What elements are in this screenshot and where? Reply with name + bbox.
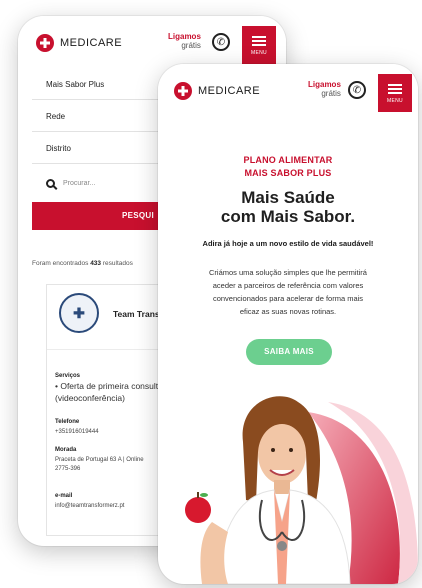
hero-body-line4: eficaz as suas novas rotinas. xyxy=(239,307,337,316)
address-label: Morada xyxy=(55,447,77,453)
logo[interactable]: MEDICARE xyxy=(36,34,122,52)
hero-title-line2: com Mais Sabor. xyxy=(220,207,356,226)
logo-text: MEDICARE xyxy=(60,37,123,49)
menu-label: MENU xyxy=(387,98,403,104)
provider-name[interactable]: Team Transf xyxy=(113,309,162,319)
hero-body-line3: convencionados para acelerar de forma ma… xyxy=(212,294,364,303)
address-line2: 2775-396 xyxy=(55,466,81,472)
hero-body-line2: aceder a parceiros de referência com val… xyxy=(212,281,364,290)
medicare-cross-icon xyxy=(36,34,54,52)
landing-phone: MEDICARE Ligamos grátis ✆ MENU PLANO ALI… xyxy=(158,64,418,584)
apple-icon xyxy=(185,497,211,523)
hero-eyebrow-line2: MAIS SABOR PLUS xyxy=(244,168,332,178)
call-free-label[interactable]: Ligamos grátis xyxy=(168,32,201,50)
menu-button[interactable]: MENU xyxy=(378,74,412,112)
doctor-illustration xyxy=(185,396,418,584)
results-prefix: Foram encontrados xyxy=(32,260,89,267)
hero-lead: Adira já hoje a um novo estilo de vida s… xyxy=(202,239,374,248)
results-count: 433 xyxy=(90,260,102,267)
search-placeholder: Procurar... xyxy=(63,179,96,187)
address-line1: Praceta de Portugal 63 A | Online xyxy=(55,457,144,463)
call-line1: Ligamos xyxy=(308,80,341,89)
menu-button[interactable]: MENU xyxy=(242,26,276,64)
hero-body-line1: Criámos uma solução simples que lhe perm… xyxy=(209,268,367,277)
services-line1: • Oferta de primeira consult xyxy=(55,381,159,391)
header: MEDICARE Ligamos grátis ✆ MENU xyxy=(158,64,418,116)
header: MEDICARE Ligamos grátis ✆ MENU xyxy=(18,16,286,68)
search-icon xyxy=(46,178,55,188)
phone-icon[interactable]: ✆ xyxy=(348,81,366,99)
call-line2: grátis xyxy=(321,89,341,98)
logo[interactable]: MEDICARE xyxy=(174,82,260,100)
learn-more-button[interactable]: SAIBA MAIS xyxy=(246,339,332,365)
provider-logo: ✚ xyxy=(59,293,99,333)
email-label: e-mail xyxy=(55,493,73,499)
logo-text: MEDICARE xyxy=(198,85,261,97)
hamburger-icon xyxy=(388,82,402,96)
services-line2: (videoconferência) xyxy=(55,393,125,403)
services-label: Serviços xyxy=(55,373,81,379)
email-value[interactable]: info@teamtransformerz.pt xyxy=(55,502,124,510)
hero-eyebrow-line1: PLANO ALIMENTAR xyxy=(243,155,333,165)
call-line2: grátis xyxy=(181,41,201,50)
hero-title-line1: Mais Saúde xyxy=(241,188,335,207)
hamburger-icon xyxy=(252,34,266,48)
medicare-cross-icon xyxy=(174,82,192,100)
call-free-label[interactable]: Ligamos grátis xyxy=(308,80,341,98)
results-suffix: resultados xyxy=(102,260,133,267)
phone-label: Telefone xyxy=(55,419,80,425)
phone-icon[interactable]: ✆ xyxy=(212,33,230,51)
phone-value[interactable]: +351916019444 xyxy=(55,428,99,436)
call-line1: Ligamos xyxy=(168,32,201,41)
results-summary: Foram encontrados 433 resultados xyxy=(32,260,133,267)
menu-label: MENU xyxy=(251,50,267,56)
